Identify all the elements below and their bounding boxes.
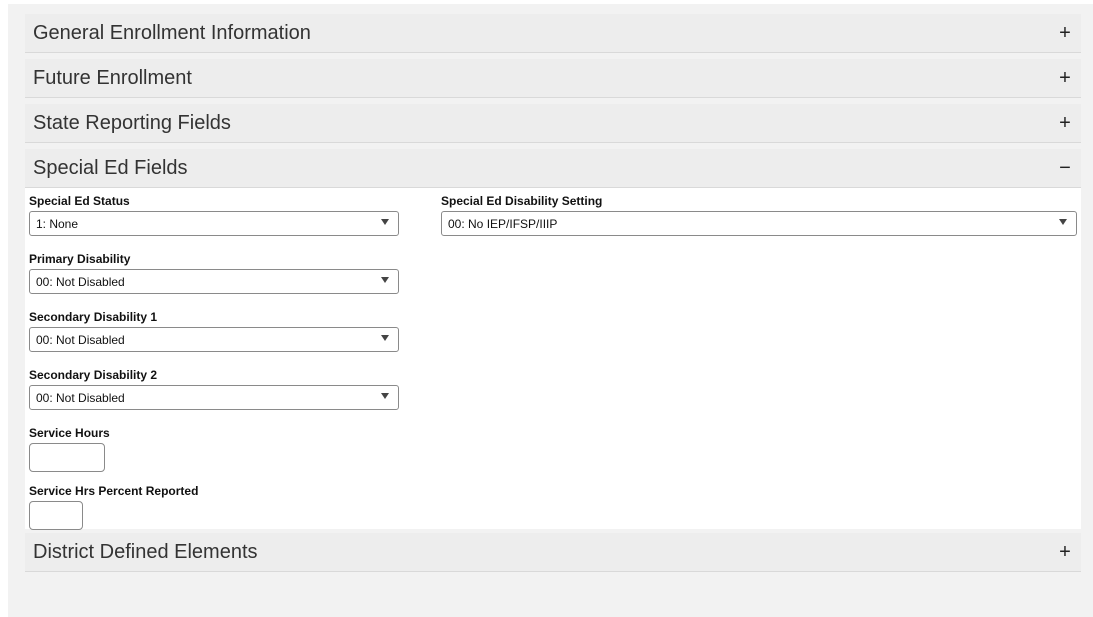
- selected-value: 00: Not Disabled: [36, 332, 125, 347]
- special-ed-status-select[interactable]: 1: None: [29, 211, 399, 236]
- panel-title: State Reporting Fields: [33, 111, 231, 134]
- expand-plus-icon[interactable]: +: [1049, 542, 1081, 562]
- special-ed-status-label: Special Ed Status: [29, 194, 130, 208]
- dropdown-arrow-icon: [381, 277, 389, 283]
- selected-value: 1: None: [36, 216, 79, 231]
- service-hrs-percent-group: Service Hrs Percent Reported: [29, 484, 289, 530]
- panel-header-special-ed[interactable]: Special Ed Fields −: [25, 149, 1081, 188]
- secondary-disability-2-label: Secondary Disability 2: [29, 368, 158, 382]
- selected-value: 00: Not Disabled: [36, 274, 125, 289]
- secondary-disability-1-label: Secondary Disability 1: [29, 310, 158, 324]
- selected-value: 00: Not Disabled: [36, 390, 125, 405]
- panel-header-future-enrollment[interactable]: Future Enrollment +: [25, 59, 1081, 98]
- expand-plus-icon[interactable]: +: [1049, 113, 1081, 133]
- panel-header-general-enrollment[interactable]: General Enrollment Information +: [25, 14, 1081, 53]
- service-hours-label: Service Hours: [29, 426, 110, 440]
- dropdown-arrow-icon: [381, 219, 389, 225]
- dropdown-arrow-icon: [381, 393, 389, 399]
- special-ed-disability-setting-group: Special Ed Disability Setting 00: No IEP…: [441, 194, 1077, 236]
- special-ed-disability-setting-label: Special Ed Disability Setting: [441, 194, 603, 208]
- panel-title: Special Ed Fields: [33, 156, 188, 179]
- enrollment-accordion: General Enrollment Information + Future …: [25, 14, 1081, 578]
- panel-header-district-defined[interactable]: District Defined Elements +: [25, 533, 1081, 572]
- dropdown-arrow-icon: [1059, 219, 1067, 225]
- expand-plus-icon[interactable]: +: [1049, 23, 1081, 43]
- expand-plus-icon[interactable]: +: [1049, 68, 1081, 88]
- special-ed-fields-body: Special Ed Status 1: None Special Ed Dis…: [25, 188, 1081, 530]
- panel-title: Future Enrollment: [33, 66, 192, 89]
- primary-disability-group: Primary Disability 00: Not Disabled: [29, 252, 399, 294]
- special-ed-disability-setting-select[interactable]: 00: No IEP/IFSP/IIIP: [441, 211, 1077, 236]
- service-hrs-percent-input[interactable]: [29, 501, 83, 530]
- service-hours-input[interactable]: [29, 443, 105, 472]
- special-ed-status-group: Special Ed Status 1: None: [29, 194, 399, 236]
- primary-disability-select[interactable]: 00: Not Disabled: [29, 269, 399, 294]
- dropdown-arrow-icon: [381, 335, 389, 341]
- panel-title: District Defined Elements: [33, 540, 258, 563]
- selected-value: 00: No IEP/IFSP/IIIP: [448, 216, 558, 231]
- service-hrs-percent-label: Service Hrs Percent Reported: [29, 484, 199, 498]
- secondary-disability-2-group: Secondary Disability 2 00: Not Disabled: [29, 368, 399, 410]
- secondary-disability-1-select[interactable]: 00: Not Disabled: [29, 327, 399, 352]
- collapse-minus-icon[interactable]: −: [1049, 158, 1081, 178]
- panel-header-state-reporting[interactable]: State Reporting Fields +: [25, 104, 1081, 143]
- secondary-disability-1-group: Secondary Disability 1 00: Not Disabled: [29, 310, 399, 352]
- panel-title: General Enrollment Information: [33, 21, 311, 44]
- primary-disability-label: Primary Disability: [29, 252, 131, 266]
- service-hours-group: Service Hours: [29, 426, 229, 472]
- secondary-disability-2-select[interactable]: 00: Not Disabled: [29, 385, 399, 410]
